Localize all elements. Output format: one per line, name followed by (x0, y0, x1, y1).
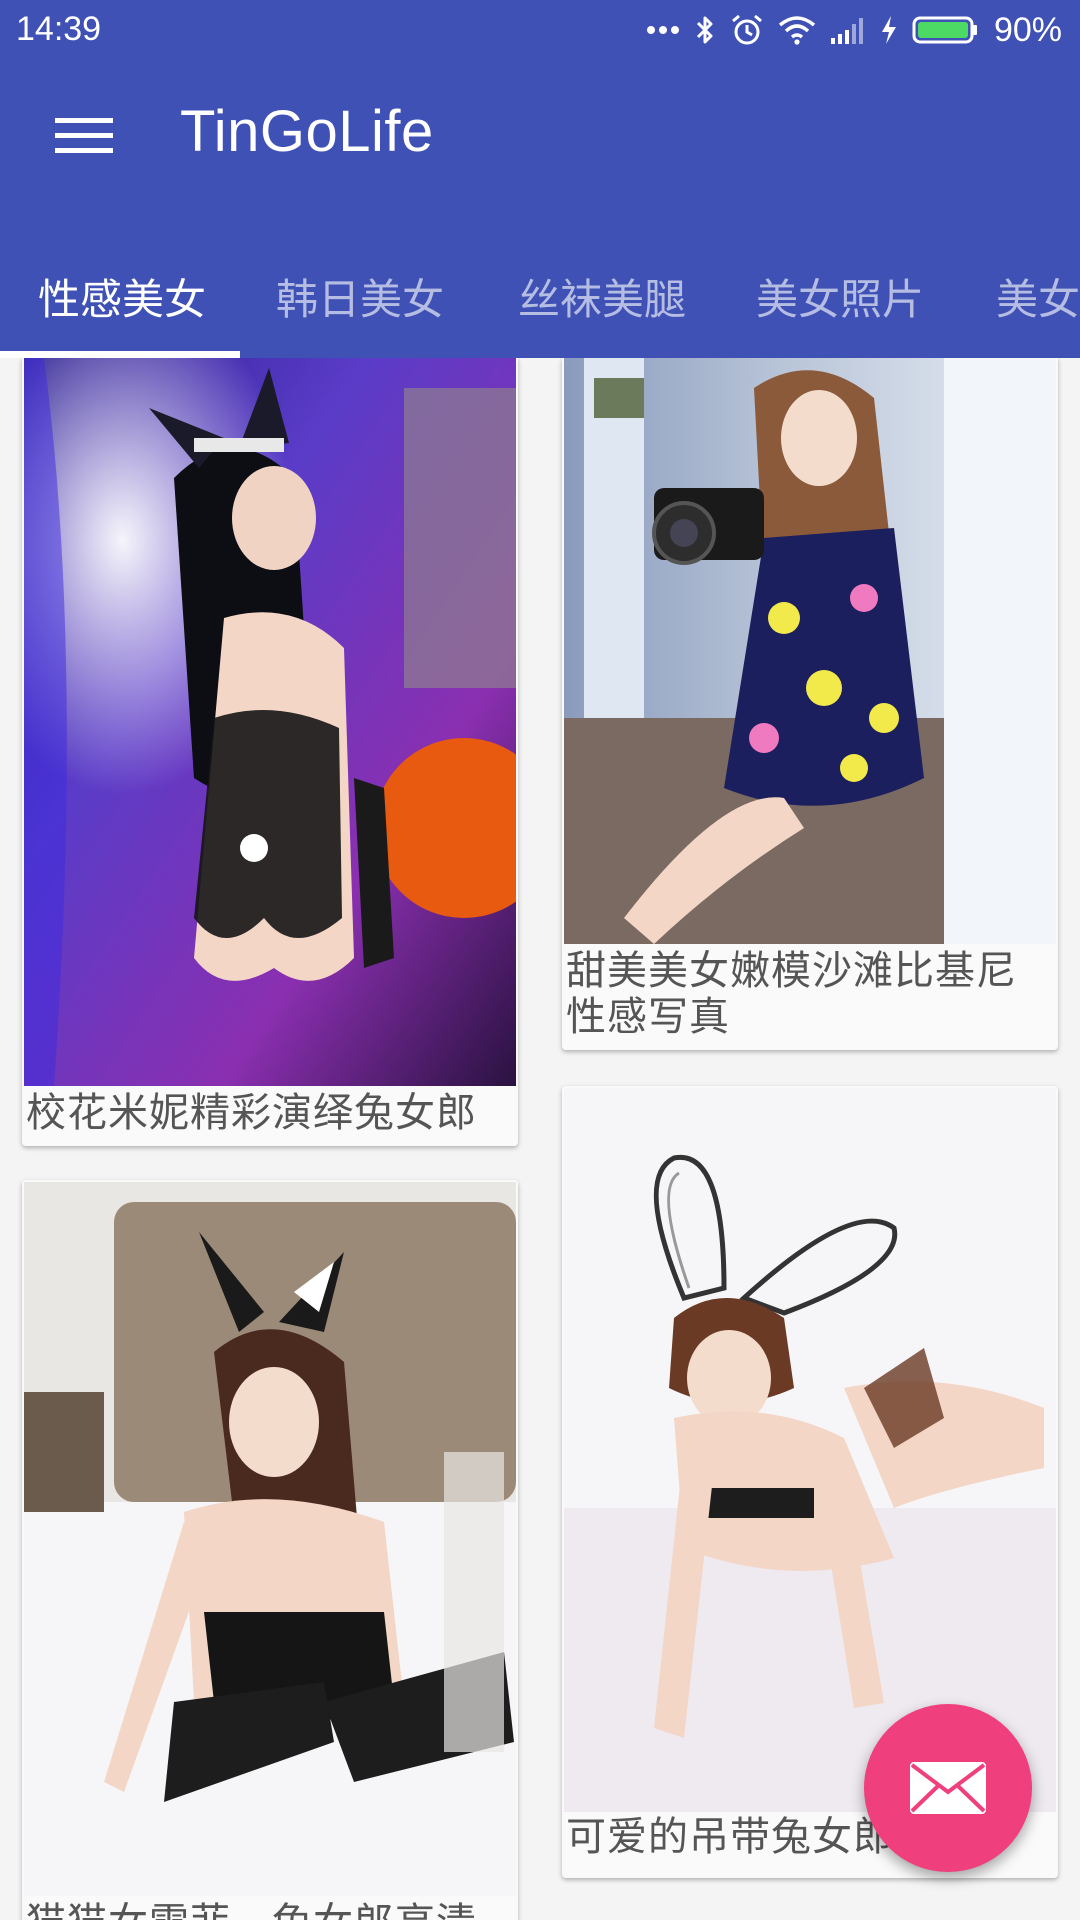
alarm-icon (731, 14, 762, 45)
status-icons: 90% (646, 8, 1062, 52)
tab-stockings-legs[interactable]: 丝袜美腿 (518, 260, 686, 340)
app-title: TinGoLife (180, 99, 434, 164)
photo-bunny-girl-lace (24, 358, 516, 1086)
photo-card[interactable]: 甜美美女嫩模沙滩比基尼性感写真 (562, 356, 1058, 1050)
card-photo (564, 1088, 1056, 1812)
toolbar: TinGoLife (0, 60, 1080, 210)
tab-sexy-beauty[interactable]: 性感美女 (38, 260, 206, 340)
more-dots-icon (646, 26, 679, 34)
tab-indicator (0, 351, 240, 358)
charging-icon (881, 16, 896, 44)
photo-floral-dress-camera (564, 358, 1056, 944)
photo-card[interactable]: 猫猫女雪菲，兔女郎高清性感 (22, 1180, 518, 1920)
card-photo (24, 1182, 516, 1896)
hamburger-menu-icon (55, 118, 113, 153)
tab-beauty-more[interactable]: 美女 (996, 260, 1080, 340)
card-photo (24, 358, 516, 1086)
menu-button[interactable] (38, 104, 130, 168)
photo-card[interactable]: 校花米妮精彩演绎兔女郎 (22, 356, 518, 1146)
card-title: 校花米妮精彩演绎兔女郎 (26, 1090, 477, 1136)
status-time: 14:39 (16, 10, 102, 48)
compose-mail-button[interactable] (864, 1704, 1032, 1872)
tab-beauty-photos[interactable]: 美女照片 (756, 260, 924, 340)
photo-bunny-girl-bed (24, 1182, 516, 1896)
tab-korean-japanese-beauty[interactable]: 韩日美女 (276, 260, 444, 340)
battery-icon (912, 16, 977, 44)
photo-bunny-girl-white (564, 1088, 1056, 1812)
signal-icon (830, 18, 863, 44)
app-bar: 14:39 90% TinGoLife 性感美女 韩日美女 丝袜美腿 美女照片 … (0, 0, 1080, 358)
card-title: 猫猫女雪菲，兔女郎高清性感 (26, 1900, 510, 1920)
status-bar: 14:39 90% (0, 0, 1080, 60)
mail-icon (910, 1762, 986, 1814)
card-photo (564, 358, 1056, 944)
wifi-icon (778, 16, 816, 45)
bluetooth-icon (696, 16, 713, 44)
app-screen: 14:39 90% TinGoLife 性感美女 韩日美女 丝袜美腿 美女照片 … (0, 0, 1080, 1920)
category-tabs: 性感美女 韩日美女 丝袜美腿 美女照片 美女 (0, 250, 1080, 358)
card-title: 甜美美女嫩模沙滩比基尼性感写真 (566, 948, 1017, 1040)
battery-percent: 90% (993, 10, 1062, 49)
